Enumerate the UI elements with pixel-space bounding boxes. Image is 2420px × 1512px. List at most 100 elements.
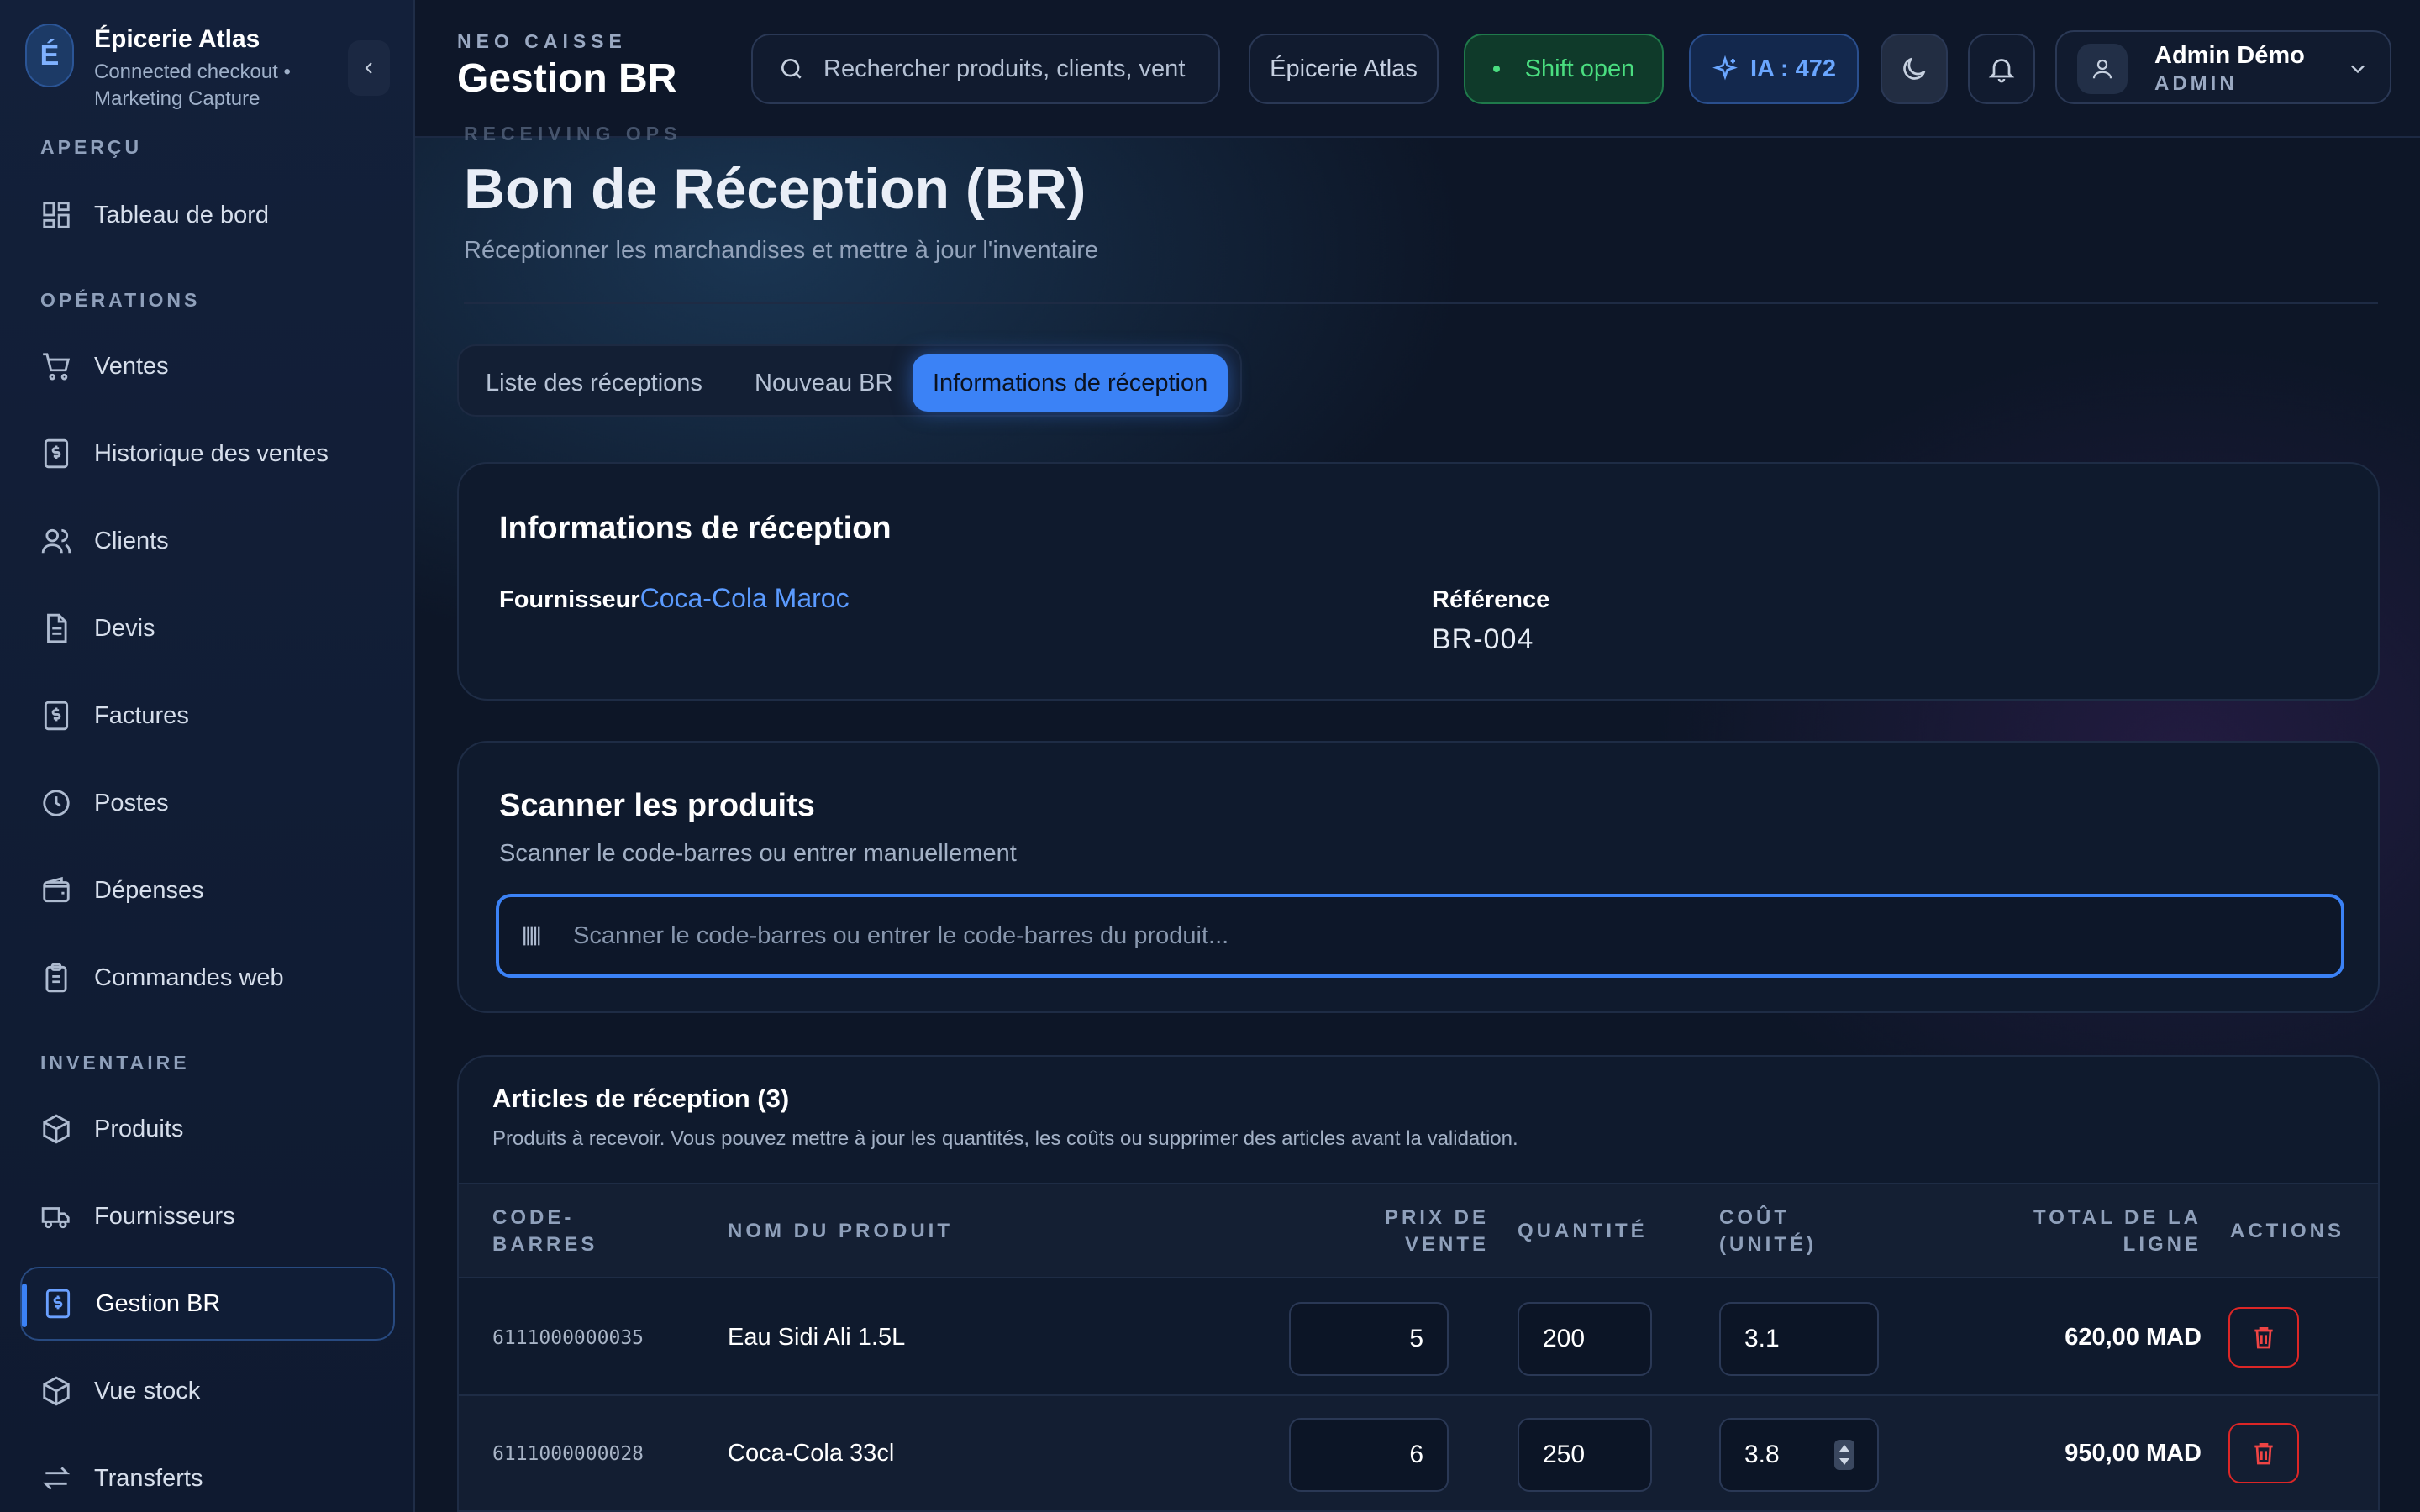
users-icon [41,528,71,554]
document-icon [47,613,67,643]
shift-status-label: Shift open [1524,55,1635,82]
reception-info-card: Informations de réception Fournisseur Co… [457,462,2380,701]
collapse-sidebar-button[interactable] [348,40,390,96]
sidebar-item-label: Produits [94,1115,184,1142]
section-inventaire: INVENTAIRE [40,1052,190,1074]
quantity-input[interactable]: 250 [1518,1418,1652,1492]
transfer-icon [42,1467,71,1490]
sidebar-item-gestion-br[interactable]: Gestion BR [20,1267,395,1341]
tab-liste-receptions[interactable]: Liste des réceptions [466,354,723,412]
sidebar-item-factures[interactable]: Factures [20,679,395,753]
sidebar-item-postes[interactable]: Postes [20,766,395,840]
scan-placeholder: Scanner le code-barres ou entrer le code… [573,921,1229,949]
scan-products-card: Scanner les produits Scanner le code-bar… [457,741,2380,1013]
notifications-button[interactable] [1968,34,2035,104]
sidebar-item-vue-stock[interactable]: Vue stock [20,1354,395,1428]
sidebar-item-label: Transferts [94,1464,203,1492]
tab-nouveau-br[interactable]: Nouveau BR [734,354,913,412]
sale-price-input[interactable]: 6 [1289,1418,1449,1492]
sidebar-item-label: Historique des ventes [94,439,329,467]
row-barcode: 6111000000028 [492,1443,644,1465]
sidebar-item-label: Clients [94,527,169,554]
reference-value: BR-004 [1432,623,1534,655]
items-title: Articles de réception (3) [492,1084,790,1113]
ia-credits-label: IA : 472 [1749,55,1837,82]
theme-toggle-button[interactable] [1881,34,1948,104]
unit-cost-input[interactable]: 3.8 [1719,1418,1879,1492]
section-eyebrow: RECEIVING OPS [464,123,682,144]
sidebar-item-devis[interactable]: Devis [20,591,395,665]
top-header: NEO CAISSE Gestion BR Rechercher produit… [415,0,2420,138]
sidebar-item-label: Factures [94,701,189,729]
ia-credits-badge[interactable]: IA : 472 [1689,34,1859,104]
row-product-name: Eau Sidi Ali 1.5L [728,1324,906,1351]
th-actions: ACTIONS [2230,1220,2344,1242]
sidebar-item-commandes-web[interactable]: Commandes web [20,941,395,1015]
sale-price-input[interactable]: 5 [1289,1302,1449,1376]
global-search-input[interactable]: Rechercher produits, clients, vent [751,34,1220,104]
brand-logo: É [25,24,74,87]
box-icon [43,1376,70,1406]
clock-icon [43,790,70,816]
shift-status-badge[interactable]: Shift open [1464,34,1664,104]
sidebar-item-label: Tableau de bord [94,201,269,228]
sidebar-item-label: Ventes [94,352,169,380]
user-menu[interactable]: Admin Démo ADMIN [2055,30,2391,104]
sidebar-item-tableau-de-bord[interactable]: Tableau de bord [20,178,395,252]
quantity-input[interactable]: 200 [1518,1302,1652,1376]
sidebar-item-label: Devis [94,614,155,642]
table-row: 6111000000035 Eau Sidi Ali 1.5L 5 200 3.… [459,1280,2378,1396]
divider [464,302,2378,304]
user-name: Admin Démo [2154,42,2305,69]
header-title: Gestion BR [457,56,677,101]
supplier-field: Fournisseur Coca-Cola Maroc [499,583,850,614]
delete-row-button[interactable] [2228,1307,2299,1368]
section-apercu: APERÇU [40,136,143,158]
th-barcode: CODE- BARRES [492,1206,598,1256]
barcode-scan-input[interactable]: Scanner le code-barres ou entrer le code… [496,894,2344,978]
tab-bar: Liste des réceptions Nouveau BR Informat… [457,344,1242,417]
grid-icon [43,202,70,228]
header-eyebrow: NEO CAISSE [457,30,627,52]
box-icon [43,1114,70,1144]
wallet-icon [43,876,70,903]
status-dot [1492,66,1500,72]
trash-icon [2254,1443,2273,1465]
moon-icon [1903,57,1926,80]
avatar [2077,44,2128,94]
sidebar-item-produits[interactable]: Produits [20,1092,395,1166]
dollar-doc-icon [44,438,69,469]
row-line-total: 620,00 MAD [2065,1324,2202,1351]
row-product-name: Coca-Cola 33cl [728,1440,895,1467]
spinner-arrows-icon[interactable] [1833,1440,1855,1470]
sidebar: É Épicerie Atlas Connected checkout • Ma… [0,0,415,1512]
page-subtitle: Réceptionner les marchandises et mettre … [464,237,1099,264]
tab-informations-reception[interactable]: Informations de réception [913,354,1228,412]
trash-icon [2254,1327,2273,1349]
sidebar-item-clients[interactable]: Clients [20,504,395,578]
sidebar-item-fournisseurs[interactable]: Fournisseurs [20,1179,395,1253]
reference-label: Référence [1432,586,1550,613]
delete-row-button[interactable] [2228,1423,2299,1483]
barcode-icon [523,926,540,946]
row-line-total: 950,00 MAD [2065,1440,2202,1467]
brand: É Épicerie Atlas Connected checkout • Ma… [25,24,321,113]
unit-cost-input[interactable]: 3.1 [1719,1302,1879,1376]
sidebar-item-label: Dépenses [94,876,204,904]
sidebar-item-ventes[interactable]: Ventes [20,329,395,403]
th-sale-price: PRIX DE VENTE [1384,1206,1489,1256]
sidebar-item-depenses[interactable]: Dépenses [20,853,395,927]
brand-name: Épicerie Atlas [94,25,260,53]
store-selector[interactable]: Épicerie Atlas [1249,34,1439,104]
sidebar-item-transferts[interactable]: Transferts [20,1441,395,1512]
truck-icon [41,1207,70,1229]
sidebar-item-historique-ventes[interactable]: Historique des ventes [20,417,395,491]
section-operations: OPÉRATIONS [40,289,201,311]
th-product-name: NOM DU PRODUIT [728,1220,953,1242]
page-title: Bon de Réception (BR) [464,157,1086,221]
supplier-link[interactable]: Coca-Cola Maroc [640,583,850,614]
brand-subtitle: Connected checkout • Marketing Capture [94,60,291,110]
items-subtitle: Produits à recevoir. Vous pouvez mettre … [492,1127,1518,1150]
th-unit-cost: COÛT (UNITÉ) [1719,1206,1817,1256]
user-role: ADMIN [2154,72,2238,95]
